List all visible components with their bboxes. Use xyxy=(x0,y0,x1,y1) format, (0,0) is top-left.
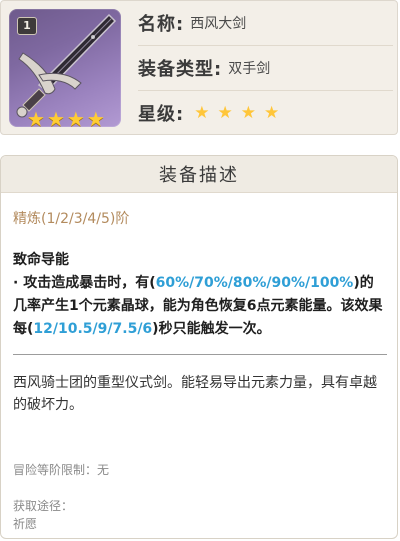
star-icon: ★ xyxy=(27,107,45,127)
weapon-attributes: 名称: 西风大剑 装备类型: 双手剑 星级: ★ ★ ★ ★ xyxy=(138,1,393,136)
weapon-info-card: 1 ★ ★ ★ ★ 名称: 西风大剑 装备类型: 双手剑 星级: ★ ★ ★ ★ xyxy=(0,0,398,135)
name-label: 名称: xyxy=(138,14,185,35)
rarity-stars: ★ ★ ★ ★ xyxy=(27,109,105,127)
obtain-method: 获取途径： 祈愿 xyxy=(13,497,73,533)
name-value: 西风大剑 xyxy=(190,16,247,32)
star-icon: ★ xyxy=(66,107,85,127)
passive-effect: 致命导能 · 攻击造成暴击时，有(60%/70%/80%/90%/100%)的几… xyxy=(13,249,385,341)
grade-row: 星级: ★ ★ ★ ★ xyxy=(138,91,393,135)
effect-text-part: · 攻击造成暴击时，有( xyxy=(13,275,156,291)
star-icon: ★ xyxy=(240,103,256,123)
effect-text-part: )秒只能触发一次。 xyxy=(152,321,271,337)
description-title: 装备描述 xyxy=(159,165,239,186)
grade-label: 星级: xyxy=(138,104,185,125)
effect-text: · 攻击造成暴击时，有(60%/70%/80%/90%/100%)的几率产生1个… xyxy=(13,272,385,341)
refinement-levels: 精炼(1/2/3/4/5)阶 xyxy=(13,211,130,227)
description-header: 装备描述 xyxy=(1,156,397,193)
obtain-value: 祈愿 xyxy=(13,517,38,531)
refinement-badge: 1 xyxy=(17,17,37,35)
star-icon: ★ xyxy=(217,103,233,123)
type-row: 装备类型: 双手剑 xyxy=(138,46,393,90)
star-icon: ★ xyxy=(46,107,65,127)
effect-title: 致命导能 xyxy=(13,252,69,268)
effect-highlight-cooldown: 12/10.5/9/7.5/6 xyxy=(33,321,153,337)
star-icon: ★ xyxy=(86,107,105,127)
ascension-limit: 冒险等阶限制：无 xyxy=(13,463,110,477)
effect-highlight-chance: 60%/70%/80%/90%/100% xyxy=(155,275,354,291)
weapon-portrait: 1 ★ ★ ★ ★ xyxy=(9,9,121,127)
type-label: 装备类型: xyxy=(138,59,223,80)
grade-stars: ★ ★ ★ ★ xyxy=(194,103,279,123)
obtain-label: 获取途径： xyxy=(13,499,74,513)
flavor-text: 西风骑士团的重型仪式剑。能轻易导出元素力量，具有卓越的破坏力。 xyxy=(13,375,377,413)
name-row: 名称: 西风大剑 xyxy=(138,1,393,45)
star-icon: ★ xyxy=(263,103,280,123)
description-card: 装备描述 精炼(1/2/3/4/5)阶 致命导能 · 攻击造成暴击时，有(60%… xyxy=(0,155,398,539)
type-value: 双手剑 xyxy=(228,61,271,77)
star-icon: ★ xyxy=(194,103,210,123)
section-divider xyxy=(13,354,387,355)
